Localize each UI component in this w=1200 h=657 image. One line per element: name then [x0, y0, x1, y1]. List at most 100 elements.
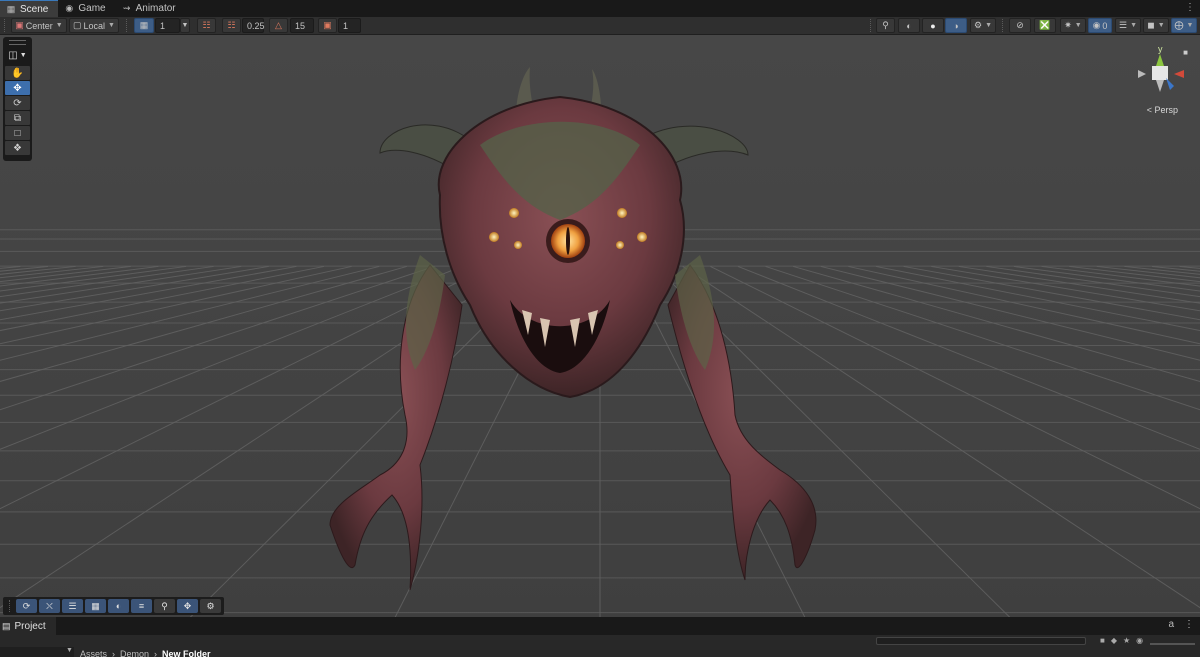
tab-game[interactable]: ◉ Game — [58, 0, 115, 17]
move-overlay-button[interactable]: ✥ — [177, 599, 198, 613]
snap-toggle-button[interactable]: ☷ — [197, 18, 216, 33]
shaded-button[interactable]: ● — [922, 18, 944, 33]
unlit-shading-button[interactable]: ◑ — [945, 18, 967, 33]
rect-tool-button[interactable]: □ — [5, 126, 30, 140]
audio-toggle-button[interactable]: ❎ — [1034, 18, 1056, 33]
breadcrumb-current-folder[interactable]: New Folder — [162, 649, 211, 657]
project-tab-tools: a ⋮ — [1168, 619, 1194, 630]
folder-tree-field[interactable]: ▼ — [0, 647, 74, 657]
gizmo-icon: ⨁ — [1174, 20, 1184, 30]
pivot-space-dropdown[interactable]: ▢ Local ▼ — [69, 18, 119, 33]
effects-dropdown[interactable]: ✷ ▼ — [1060, 18, 1086, 33]
layers-dropdown[interactable]: ☰ ▼ — [1115, 18, 1141, 33]
layers-overlay-button[interactable]: ≡ — [131, 599, 152, 613]
window-tab-bar: ▦ Scene ◉ Game ⇝ Animator ⋮ — [0, 0, 1200, 17]
align-button[interactable]: ☰ — [62, 599, 83, 613]
scale-tool-button[interactable]: ⧉ — [5, 111, 30, 125]
kebab-menu-icon[interactable]: ⋮ — [1185, 2, 1195, 13]
hand-tool-button[interactable]: ✋ — [5, 66, 30, 80]
filter-label-icon[interactable]: ◆ — [1111, 636, 1117, 645]
tab-project[interactable]: ▤ Project — [0, 617, 56, 635]
wireframe-shading-button[interactable]: ⚲ — [876, 18, 895, 33]
chevron-down-icon: ▼ — [985, 22, 992, 29]
hidden-objects-toggle[interactable]: ◉ 0 — [1088, 18, 1112, 33]
grid-icon: ▦ — [139, 20, 149, 30]
grid-size-value: 1 — [160, 20, 166, 31]
tab-animator[interactable]: ⇝ Animator — [116, 0, 186, 17]
tab-game-label: Game — [78, 3, 106, 14]
layers-icon: ☰ — [1118, 20, 1128, 30]
rotation-snap-field[interactable]: 15 — [290, 18, 314, 33]
toolbar-grip — [126, 19, 128, 32]
increment-snap-button[interactable]: ☷ — [222, 18, 241, 33]
icon-size-slider[interactable] — [1150, 643, 1195, 645]
tab-scene[interactable]: ▦ Scene — [0, 0, 59, 17]
grid-toggle-button[interactable]: ▦ — [134, 18, 154, 33]
pivot-mode-label: Center — [25, 20, 53, 31]
favorite-icon[interactable]: ★ — [1123, 636, 1130, 645]
camera-dropdown[interactable]: ◼ ▼ — [1143, 18, 1169, 33]
scale-icon: ⧉ — [13, 112, 22, 124]
gear-icon: ⚙ — [206, 600, 215, 611]
lock-icon[interactable]: a — [1168, 619, 1174, 630]
rotation-snap-button[interactable]: △ — [269, 18, 288, 33]
palette-grip[interactable] — [9, 40, 26, 45]
tab-project-label: Project — [14, 620, 46, 632]
lighting-off-icon: ⊘ — [1016, 20, 1024, 30]
transform-tool-button[interactable]: ❖ — [5, 141, 30, 155]
scale-snap-field[interactable]: 1 — [338, 18, 361, 33]
increment-snap-field[interactable]: 0.25 — [242, 18, 265, 33]
camera-icon: ◼ — [1147, 20, 1155, 30]
2d-toggle-button[interactable]: ⊘ — [1009, 18, 1031, 33]
search-button[interactable]: ⚲ — [154, 599, 175, 613]
refresh-icon: ⟳ — [22, 600, 31, 611]
chevron-down-icon: ▼ — [1074, 22, 1082, 29]
grid-options-dropdown[interactable]: ▼ — [180, 18, 190, 33]
lock-icon[interactable]: ■ — [1183, 48, 1188, 57]
align-icon: ☰ — [68, 600, 77, 611]
grid-overlay-button[interactable]: ▦ — [85, 599, 106, 613]
grid-pattern-icon: ▦ — [91, 600, 100, 611]
scale-snap-button[interactable]: ▣ — [318, 18, 337, 33]
breadcrumb-assets[interactable]: Assets — [80, 649, 107, 657]
chevron-down-icon: ▼ — [55, 22, 63, 29]
chevron-down-icon: ▼ — [66, 647, 73, 654]
kebab-menu-icon[interactable]: ⋮ — [1184, 619, 1194, 630]
overlay-grip[interactable] — [9, 600, 11, 612]
pivot-mode-dropdown[interactable]: ▣ Center ▼ — [11, 18, 67, 33]
hidden-packages-icon[interactable]: ◉ — [1136, 636, 1143, 645]
project-panel: ■ ◆ ★ ◉ ▼ Assets › Demon › New Folder — [0, 635, 1200, 657]
bone-icon: ⛌ — [46, 600, 53, 611]
toolbar-grip — [1002, 19, 1004, 32]
toolbar-grip — [4, 19, 6, 32]
debug-draw-dropdown[interactable]: ⚙ ▼ — [970, 18, 996, 33]
effects-icon: ✷ — [1064, 20, 1072, 30]
view-tool-dropdown[interactable]: ◫ ▼ — [5, 49, 30, 62]
project-tab-bar: ▤ Project a ⋮ — [0, 617, 1200, 635]
chevron-down-icon: ▼ — [181, 22, 189, 29]
tab-scene-label: Scene — [20, 3, 49, 15]
shading-mode-button[interactable]: ◐ — [108, 599, 129, 613]
settings-overlay-button[interactable]: ⚙ — [200, 599, 221, 613]
grid-size-field[interactable]: 1 — [155, 18, 180, 33]
gizmos-dropdown[interactable]: ⨁ ▼ — [1171, 18, 1197, 33]
chevron-down-icon: ▼ — [108, 22, 115, 29]
gizmo-y-label: y — [1158, 44, 1163, 54]
rotate-icon: ⟳ — [13, 97, 22, 109]
move-tool-button[interactable]: ✥ — [5, 81, 30, 95]
cube-icon: ▢ — [73, 20, 82, 30]
projection-toggle[interactable]: < Persp — [1147, 105, 1178, 115]
scale-snap-value: 1 — [343, 20, 349, 31]
search-input[interactable] — [876, 637, 1086, 645]
filter-type-icon[interactable]: ■ — [1100, 636, 1105, 645]
shaded-wireframe-button[interactable]: ◐ — [898, 18, 920, 33]
rotate-tool-button[interactable]: ⟳ — [5, 96, 30, 110]
transform-icon: ❖ — [13, 142, 22, 154]
project-filter-icons: ■ ◆ ★ ◉ — [1100, 636, 1143, 645]
audio-off-icon: ❎ — [1039, 20, 1051, 30]
scene-viewport[interactable] — [0, 35, 1200, 617]
refresh-button[interactable]: ⟳ — [16, 599, 37, 613]
breadcrumb-demon[interactable]: Demon — [120, 649, 149, 657]
bone-tool-button[interactable]: ⛌ — [39, 599, 60, 613]
pivot-space-label: Local — [83, 20, 106, 31]
